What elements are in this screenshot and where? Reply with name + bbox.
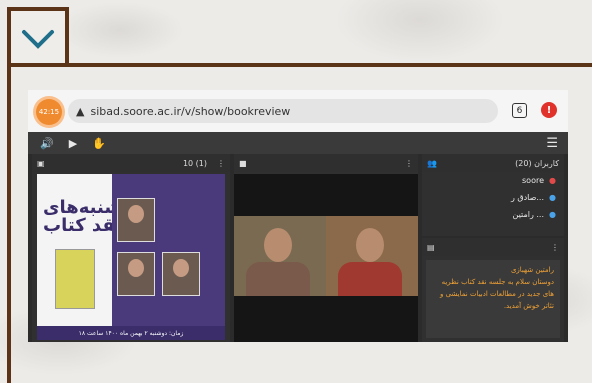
more-options-icon[interactable]: ⋮ — [405, 159, 413, 168]
participant-body — [338, 262, 402, 296]
user-name: رامتین ... — [512, 210, 545, 219]
warning-icon: ▲ — [76, 104, 85, 118]
page-indicator: 10 (1) — [182, 158, 207, 168]
chat-panel: ▤ ⋮ رامتین شهبازی دوستان سلام به جلسه نق… — [422, 238, 564, 342]
participant-body — [246, 262, 310, 296]
url-text: sibad.soore.ac.ir/v/show/bookreview — [90, 104, 291, 118]
user-name: soore — [522, 176, 545, 185]
presentation-header: ▣ 10 (1) ⋮ — [32, 154, 230, 172]
tab-count-button[interactable]: 6 — [512, 103, 527, 118]
users-icon: 👥 — [427, 158, 437, 168]
hand-icon[interactable]: ✋ — [92, 137, 106, 150]
participant-face — [264, 228, 292, 262]
camera-icon: ■ — [239, 158, 247, 168]
chat-text: دوستان سلام به جلسه نقد کتاب نظریه های ج… — [439, 278, 554, 310]
video-header: ■ ⋮ — [234, 154, 418, 172]
participant-face — [356, 228, 384, 262]
users-title: کاربران (20) — [515, 158, 559, 168]
chat-message: رامتین شهبازی دوستان سلام به جلسه نقد کت… — [426, 260, 560, 338]
chat-header: ▤ ⋮ — [422, 238, 564, 256]
collapse-toggle-button[interactable] — [7, 7, 69, 67]
speaker-photo — [117, 198, 155, 242]
book-cover — [55, 249, 95, 309]
frame-border-left — [7, 63, 11, 383]
browser-url-bar: 42:15 ▲ sibad.soore.ac.ir/v/show/bookrev… — [28, 90, 568, 132]
more-options-icon[interactable]: ⋮ — [551, 243, 559, 252]
user-list-item[interactable]: صادق ر... ● — [422, 189, 564, 206]
users-panel: 👥 کاربران (20) soore ● صادق ر... ● رامتی… — [422, 154, 564, 236]
user-list-item[interactable]: soore ● — [422, 172, 564, 189]
presentation-slide: دوشنبه‌های نقد کتاب زمان: دوشنبه ۲ بهمن … — [37, 174, 225, 340]
session-timer-badge: 42:15 — [36, 99, 62, 125]
presentation-icon: ▣ — [37, 158, 45, 168]
users-header: 👥 کاربران (20) — [422, 154, 564, 172]
video-panel: ■ ⋮ — [234, 154, 418, 342]
slide-right-section — [112, 174, 225, 340]
url-field[interactable]: ▲ sibad.soore.ac.ir/v/show/bookreview — [68, 99, 498, 123]
user-list-item[interactable]: رامتین ... ● — [422, 206, 564, 223]
speaker-icon[interactable]: 🔊 — [40, 137, 54, 150]
presentation-icon[interactable]: ▶ — [66, 137, 80, 150]
user-icon: ● — [549, 210, 556, 219]
chevron-down-icon — [22, 30, 54, 49]
user-name: صادق ر... — [510, 193, 545, 202]
host-user-icon: ● — [549, 176, 556, 185]
speaker-photo — [117, 252, 155, 296]
screenshot-image: 42:15 ▲ sibad.soore.ac.ir/v/show/bookrev… — [28, 90, 568, 342]
chat-author: رامتین شهبازی — [510, 266, 554, 274]
chat-icon: ▤ — [427, 242, 435, 252]
presentation-panel: ▣ 10 (1) ⋮ دوشنبه‌های نقد کتاب زمان: دوش… — [32, 154, 230, 342]
slide-left-section: دوشنبه‌های نقد کتاب — [37, 174, 142, 340]
menu-icon[interactable]: ☰ — [546, 136, 558, 151]
frame-border-top — [7, 63, 592, 67]
alert-icon[interactable]: ! — [541, 102, 557, 118]
slide-footer: زمان: دوشنبه ۲ بهمن ماه ۱۴۰۰ ساعت ۱۸ — [37, 326, 225, 340]
meeting-toolbar: 🔊 ▶ ✋ ☰ — [28, 132, 568, 154]
speaker-photo — [162, 252, 200, 296]
webcam-video — [234, 216, 326, 296]
video-area — [234, 174, 418, 342]
user-icon: ● — [549, 193, 556, 202]
more-options-icon[interactable]: ⋮ — [217, 159, 225, 168]
webcam-video — [326, 216, 418, 296]
